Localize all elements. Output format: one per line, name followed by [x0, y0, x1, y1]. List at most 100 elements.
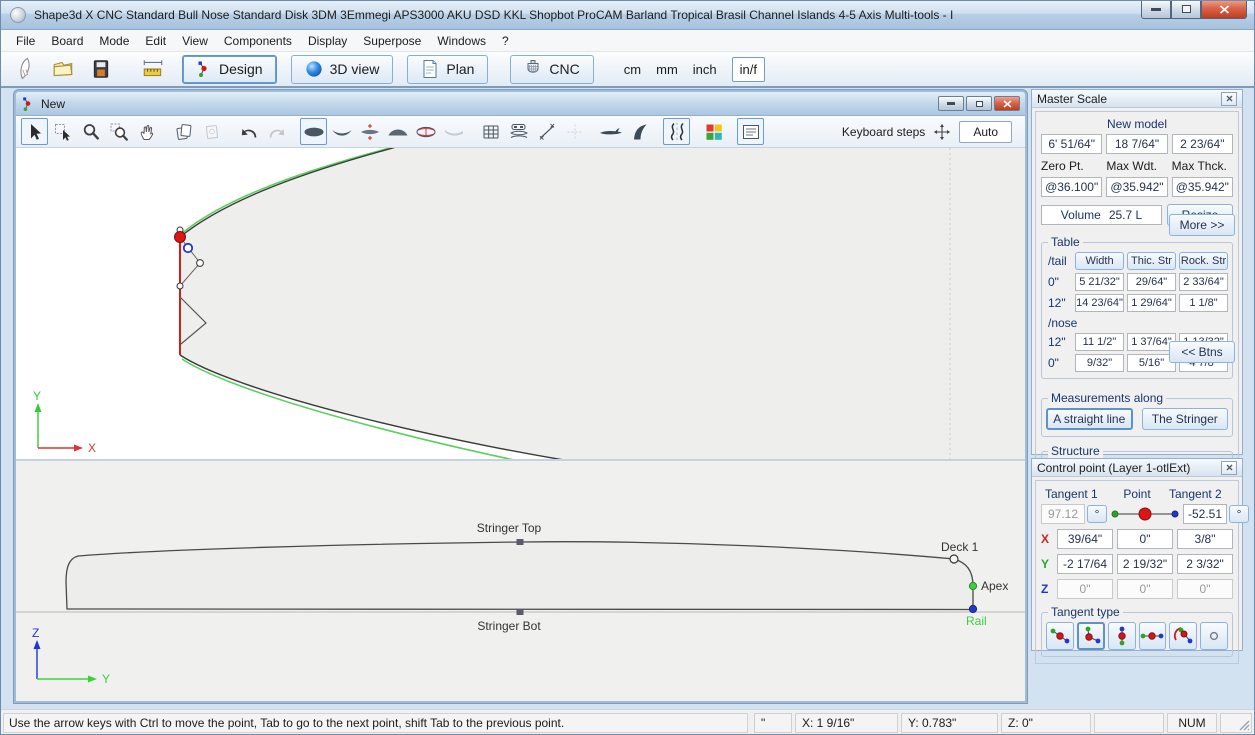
master-scale-close-button[interactable]	[1221, 92, 1237, 106]
document-minimize-button[interactable]	[938, 96, 964, 111]
new-board-button[interactable]	[10, 55, 40, 83]
deck-view-button[interactable]	[384, 118, 411, 145]
copy-tool-button[interactable]	[170, 118, 197, 145]
thickness-view-button[interactable]	[356, 118, 383, 145]
tail-width-field[interactable]: 5 21/32"	[1075, 273, 1124, 291]
fin-tool-button[interactable]	[626, 118, 653, 145]
document-restore-button[interactable]	[966, 96, 992, 111]
document-close-button[interactable]	[994, 96, 1020, 111]
tangent2-x-field[interactable]: 3/8"	[1177, 529, 1233, 549]
outline-view-canvas[interactable]: Y X	[16, 148, 1025, 461]
tangent2-angle-field[interactable]: -52.51	[1183, 504, 1227, 524]
menu-file[interactable]: File	[8, 31, 43, 51]
master-scale-caption[interactable]: Master Scale	[1032, 90, 1242, 108]
width-field[interactable]: 18 7/64"	[1106, 134, 1167, 154]
tangent1-angle-field[interactable]: 97.12	[1041, 504, 1085, 524]
close-button[interactable]	[1201, 0, 1247, 19]
unit-inch[interactable]: inch	[693, 62, 717, 77]
rocker-view-button[interactable]	[328, 118, 355, 145]
restore-button[interactable]	[1171, 0, 1201, 19]
more-button[interactable]: More >>	[1169, 214, 1235, 236]
tangent-type-horizontal-button[interactable]	[1139, 622, 1167, 650]
selected-control-point[interactable]	[175, 232, 186, 243]
menu-mode[interactable]: Mode	[91, 31, 137, 51]
properties-panel-button[interactable]	[737, 118, 764, 145]
max-thck-field[interactable]: @35.942"	[1172, 177, 1233, 197]
menu-superpose[interactable]: Superpose	[355, 31, 429, 51]
design-mode-button[interactable]: Design	[182, 55, 277, 84]
grid-button[interactable]	[477, 118, 504, 145]
tail-rocker-field[interactable]: 1 1/8"	[1179, 294, 1228, 312]
point-y-field[interactable]: 2 19/32"	[1117, 554, 1173, 574]
unit-in-f[interactable]: in/f	[732, 57, 765, 82]
apex-point[interactable]	[969, 582, 976, 589]
tangent-type-angle-button[interactable]	[1169, 622, 1197, 650]
slices-stack-button[interactable]	[505, 118, 532, 145]
menu-board[interactable]: Board	[43, 31, 91, 51]
tangent1-degree-button[interactable]: °	[1087, 505, 1107, 523]
menu-components[interactable]: Components	[216, 31, 300, 51]
outline-view-button[interactable]	[300, 118, 327, 145]
thickness-field[interactable]: 2 23/64"	[1172, 134, 1233, 154]
length-field[interactable]: 6' 51/64"	[1041, 134, 1102, 154]
tail-rocker-field[interactable]: 2 33/64"	[1179, 273, 1228, 291]
max-wdt-field[interactable]: @35.942"	[1106, 177, 1167, 197]
rocker-column-button[interactable]: Rock. Str	[1179, 252, 1228, 270]
move-steps-icon[interactable]	[933, 123, 951, 141]
profile-view[interactable]: Stringer Top Stringer Bot Deck 1 Apex Ra…	[16, 461, 1025, 701]
zoom-area-tool-button[interactable]	[105, 118, 132, 145]
rail-point[interactable]	[969, 605, 976, 612]
nose-width-field[interactable]: 11 1/2"	[1075, 333, 1124, 351]
control-point-close-button[interactable]	[1221, 461, 1237, 475]
menu-display[interactable]: Display	[300, 31, 355, 51]
tail-width-field[interactable]: 14 23/64"	[1075, 294, 1124, 312]
tangent-handle-point[interactable]	[184, 244, 192, 252]
tangent-type-vertical-button[interactable]	[1108, 622, 1136, 650]
point-x-field[interactable]: 0"	[1117, 529, 1173, 549]
outline-view[interactable]: Y X	[16, 148, 1025, 461]
select-tool-button[interactable]	[21, 118, 48, 145]
menu-view[interactable]: View	[174, 31, 216, 51]
tangent2-degree-button[interactable]: °	[1229, 505, 1249, 523]
zero-pt-field[interactable]: @36.100"	[1041, 177, 1102, 197]
curvature-button[interactable]	[663, 118, 690, 145]
tangent-type-point-only-button[interactable]	[1200, 622, 1228, 650]
save-button[interactable]	[86, 55, 116, 83]
slices-view-button[interactable]	[412, 118, 439, 145]
unit-mm[interactable]: mm	[656, 62, 678, 77]
3d-view-mode-button[interactable]: 3D view	[291, 55, 394, 84]
tangent1-y-field[interactable]: -2 17/64	[1057, 554, 1113, 574]
board-fins-button[interactable]	[598, 118, 625, 145]
stringer-bot-marker[interactable]	[517, 609, 524, 615]
menu-windows[interactable]: Windows	[429, 31, 494, 51]
minimize-button[interactable]	[1141, 0, 1171, 19]
nose-width-field[interactable]: 9/32"	[1075, 354, 1124, 372]
btns-button[interactable]: << Btns	[1169, 341, 1235, 363]
stringer-button[interactable]: The Stringer	[1142, 408, 1229, 430]
tangent1-x-field[interactable]: 39/64"	[1057, 529, 1113, 549]
width-column-button[interactable]: Width	[1075, 252, 1124, 270]
unit-cm[interactable]: cm	[624, 62, 641, 77]
resize-grip[interactable]	[1238, 719, 1250, 731]
cnc-mode-button[interactable]: CNC	[510, 55, 593, 84]
profile-view-canvas[interactable]: Stringer Top Stringer Bot Deck 1 Apex Ra…	[16, 461, 1025, 701]
deck-control-point[interactable]	[950, 555, 958, 563]
tail-thick-field[interactable]: 1 29/64"	[1127, 294, 1176, 312]
control-point[interactable]	[177, 283, 183, 289]
menu-edit[interactable]: Edit	[137, 31, 174, 51]
plan-mode-button[interactable]: Plan	[407, 55, 488, 84]
measure-tool-button[interactable]	[533, 118, 560, 145]
select-area-tool-button[interactable]	[49, 118, 76, 145]
tangent2-y-field[interactable]: 2 3/32"	[1177, 554, 1233, 574]
auto-button[interactable]: Auto	[959, 121, 1012, 143]
open-button[interactable]	[48, 55, 78, 83]
pan-tool-button[interactable]	[133, 118, 160, 145]
colors-button[interactable]	[700, 118, 727, 145]
straight-line-button[interactable]: A straight line	[1046, 408, 1133, 430]
measurements-button[interactable]	[138, 55, 168, 83]
tail-thick-field[interactable]: 29/64"	[1127, 273, 1176, 291]
document-titlebar[interactable]: New	[16, 92, 1025, 116]
tangent-end-point[interactable]	[197, 260, 204, 267]
tangent-type-continuous-button[interactable]	[1046, 622, 1074, 650]
control-point-caption[interactable]: Control point (Layer 1-otlExt)	[1032, 459, 1242, 477]
